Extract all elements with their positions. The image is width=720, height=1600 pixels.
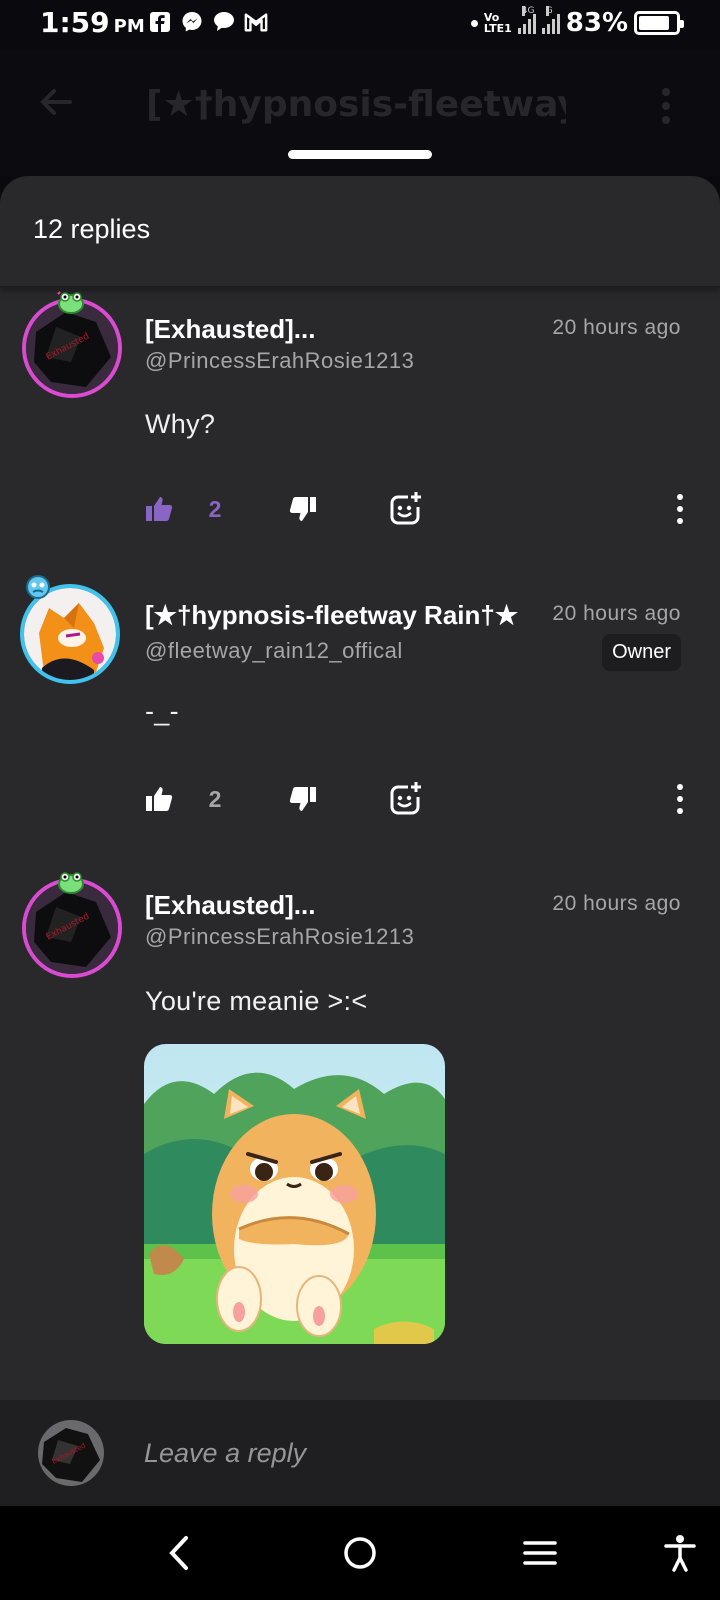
comment-author-handle: @PrincessErahRosie1213 bbox=[145, 348, 415, 373]
comment-actions: 2 bbox=[0, 489, 720, 529]
comment-text: Why? bbox=[145, 409, 216, 439]
reply-bar: Exhausted bbox=[0, 1400, 720, 1506]
replies-sheet: 12 replies Exhausted [Exhausted]... @Pri… bbox=[0, 176, 720, 1506]
add-reaction-button[interactable] bbox=[386, 779, 426, 819]
add-reaction-button[interactable] bbox=[386, 489, 426, 529]
frog-badge-icon bbox=[57, 291, 84, 314]
reply-input[interactable] bbox=[144, 1430, 664, 1476]
battery-icon bbox=[634, 11, 684, 35]
like-count: 2 bbox=[208, 495, 222, 522]
comment-text: You're meanie >:< bbox=[145, 986, 368, 1016]
thumbs-up-icon bbox=[146, 497, 173, 521]
status-time: 1:59 PM bbox=[40, 6, 145, 39]
hamster-sticker-image[interactable] bbox=[144, 1044, 445, 1344]
chevron-left-icon bbox=[169, 1536, 188, 1570]
comment-timestamp: 20 hours ago bbox=[552, 602, 681, 625]
sheet-header: 12 replies bbox=[0, 176, 720, 288]
battery-percent: 83% bbox=[565, 8, 628, 38]
sheet-drag-handle[interactable] bbox=[288, 150, 432, 159]
facebook-icon bbox=[148, 10, 172, 34]
like-button[interactable] bbox=[144, 489, 174, 529]
comment-author-name[interactable]: [Exhausted]... bbox=[145, 314, 535, 345]
nav-home-button[interactable] bbox=[335, 1528, 385, 1578]
system-nav-bar bbox=[0, 1506, 720, 1600]
emoji-badge-icon bbox=[26, 575, 50, 599]
thumbs-down-icon bbox=[289, 497, 316, 521]
comment-item: [★†hypnosis-fleetway Rain†★ @fleetway_ra… bbox=[0, 574, 720, 864]
menu-lines-icon bbox=[523, 1541, 557, 1565]
nav-accessibility-button[interactable] bbox=[655, 1528, 705, 1578]
accessibility-icon bbox=[664, 1535, 696, 1572]
comment-timestamp: 20 hours ago bbox=[552, 892, 681, 915]
replies-count-title: 12 replies bbox=[33, 214, 151, 244]
messenger-icon bbox=[180, 10, 204, 34]
back-arrow-icon[interactable] bbox=[36, 82, 76, 122]
volte-indicator: Vo LTE1 bbox=[483, 11, 512, 35]
like-button[interactable] bbox=[144, 779, 174, 819]
dot-icon bbox=[470, 19, 478, 27]
comment-timestamp: 20 hours ago bbox=[552, 316, 681, 339]
comment-actions: 2 bbox=[0, 779, 720, 819]
nav-recents-button[interactable] bbox=[515, 1528, 565, 1578]
chat-icon bbox=[212, 10, 236, 34]
thumbs-down-icon bbox=[289, 787, 316, 811]
thumbs-up-icon bbox=[146, 787, 173, 811]
comment-author-name[interactable]: [★†hypnosis-fleetway Rain†★ bbox=[145, 600, 530, 631]
notification-icons bbox=[148, 10, 268, 34]
owner-badge: Owner bbox=[602, 634, 681, 671]
current-user-avatar[interactable]: Exhausted bbox=[38, 1420, 104, 1486]
signal-icon: G bbox=[541, 6, 560, 34]
more-vertical-icon[interactable] bbox=[656, 88, 676, 128]
comment-text: -_- bbox=[145, 696, 179, 726]
signal-icon: 4G bbox=[517, 6, 536, 34]
nav-back-button[interactable] bbox=[154, 1528, 204, 1578]
home-circle-icon bbox=[344, 1537, 376, 1569]
like-count: 2 bbox=[208, 785, 222, 812]
add-reaction-icon bbox=[390, 492, 421, 525]
comment-author-handle: @fleetway_rain12_offical bbox=[145, 638, 403, 663]
dislike-button[interactable] bbox=[288, 489, 318, 529]
comment-item: Exhausted [Exhausted]... @PrincessErahRo… bbox=[0, 288, 720, 574]
battery-fill bbox=[639, 16, 669, 30]
comment-author-handle: @PrincessErahRosie1213 bbox=[145, 924, 415, 949]
dislike-button[interactable] bbox=[288, 779, 318, 819]
gmail-icon bbox=[244, 10, 268, 34]
comment-item: Exhausted [Exhausted]... @PrincessErahRo… bbox=[0, 864, 720, 1404]
app-bar-title: [★†hypnosis-fleetway Ra bbox=[146, 84, 566, 125]
frog-badge-icon bbox=[58, 872, 84, 894]
more-options-icon[interactable] bbox=[670, 489, 690, 529]
comment-author-name[interactable]: [Exhausted]... bbox=[145, 890, 535, 921]
more-options-icon[interactable] bbox=[670, 779, 690, 819]
status-bar: 1:59 PM Vo LTE1 4G G 83% bbox=[0, 0, 720, 50]
add-reaction-icon bbox=[390, 782, 421, 815]
